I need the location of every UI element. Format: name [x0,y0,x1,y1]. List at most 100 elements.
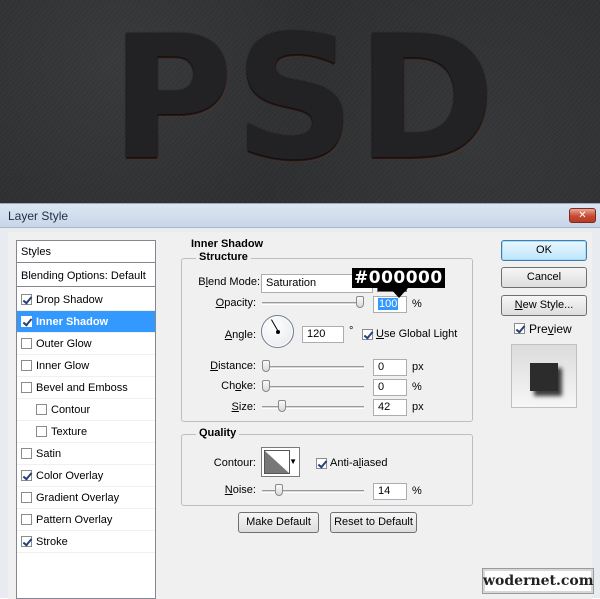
choke-slider-thumb[interactable] [262,380,270,392]
style-item-inner-glow[interactable]: Inner Glow [17,355,155,377]
choke-slider-track[interactable] [262,386,364,389]
angle-input[interactable]: 120 [302,326,344,343]
artwork-canvas: PSD [0,0,600,203]
style-item-satin[interactable]: Satin [17,443,155,465]
size-label: Size: [231,401,256,413]
style-item-stroke[interactable]: Stroke [17,531,155,553]
style-checkbox[interactable] [36,426,47,437]
style-item-contour[interactable]: Contour [17,399,155,421]
layer-style-dialog: Layer Style ✕ Styles Blending Options: D… [0,203,600,599]
title-bar[interactable]: Layer Style ✕ [0,204,600,228]
angle-unit: ° [349,325,354,337]
close-button[interactable]: ✕ [569,208,596,223]
blend-mode-label: Blend Mode: [198,276,260,288]
angle-hub [276,330,280,334]
use-global-light-label: Use Global Light [376,328,458,340]
distance-unit: px [412,361,424,373]
style-item-label: Inner Shadow [36,315,109,328]
preview-label: Preview [529,322,572,336]
style-checkbox[interactable] [21,294,32,305]
choke-unit: % [412,381,422,393]
style-item-label: Bevel and Emboss [36,381,128,394]
style-item-color-overlay[interactable]: Color Overlay [17,465,155,487]
styles-header[interactable]: Styles [17,241,155,263]
opacity-label: Opacity: [215,297,256,309]
callout-arrow [390,288,408,298]
style-item-label: Pattern Overlay [36,513,113,526]
choke-input[interactable]: 0 [373,379,407,396]
angle-dial[interactable] [261,315,294,348]
style-item-label: Stroke [36,535,68,548]
noise-slider-thumb[interactable] [275,484,284,496]
style-checkbox[interactable] [21,448,32,459]
color-annotation-callout: #000000 [352,268,445,288]
style-checkbox[interactable] [21,514,32,525]
style-item-bevel-and-emboss[interactable]: Bevel and Emboss [17,377,155,399]
quality-group: Quality Contour: ▼ Anti-aliased Noise: 1… [181,427,473,506]
close-icon: ✕ [578,210,587,221]
style-checkbox[interactable] [21,360,32,371]
psd-text-artwork: PSD [110,0,498,198]
preview-checkbox[interactable] [514,323,525,334]
style-checkbox[interactable] [21,492,32,503]
style-checkbox[interactable] [36,404,47,415]
style-item-label: Outer Glow [36,337,92,350]
style-item-label: Contour [51,403,91,416]
watermark: wodernet.com [482,568,594,594]
ok-button[interactable]: OK [501,240,587,261]
style-item-label: Drop Shadow [36,293,103,306]
style-item-label: Inner Glow [36,359,90,372]
distance-label: Distance: [210,360,256,372]
quality-legend: Quality [196,427,240,439]
noise-input[interactable]: 14 [373,483,407,500]
choke-label: Choke: [221,380,256,392]
distance-slider-track[interactable] [262,366,364,369]
size-input[interactable]: 42 [373,399,407,416]
structure-legend: Structure [196,251,251,263]
angle-label: Angle: [224,329,256,341]
anti-aliased-label: Anti-aliased [330,457,388,469]
opacity-slider-track[interactable] [262,302,364,305]
opacity-input[interactable]: 100 [373,296,407,313]
noise-label: Noise: [224,484,256,496]
size-unit: px [412,401,424,413]
style-item-outer-glow[interactable]: Outer Glow [17,333,155,355]
style-item-label: Gradient Overlay [36,491,120,504]
distance-input[interactable]: 0 [373,359,407,376]
style-checkbox[interactable] [21,382,32,393]
style-item-pattern-overlay[interactable]: Pattern Overlay [17,509,155,531]
anti-aliased-checkbox[interactable] [316,458,327,469]
style-checkbox[interactable] [21,470,32,481]
use-global-light-checkbox[interactable] [362,329,373,340]
style-item-label: Color Overlay [36,469,104,482]
cancel-button[interactable]: Cancel [501,267,587,288]
chevron-down-icon: ▼ [289,457,297,466]
reset-to-default-button[interactable]: Reset to Default [330,512,417,533]
style-checkbox[interactable] [21,338,32,349]
opacity-slider-thumb[interactable] [356,296,364,308]
style-checkbox[interactable] [21,316,32,327]
window-title: Layer Style [8,209,69,223]
dialog-body: Styles Blending Options: Default Drop Sh… [8,232,592,599]
contour-curve-icon [264,450,290,474]
styles-list: Styles Blending Options: Default Drop Sh… [16,240,156,599]
make-default-button[interactable]: Make Default [238,512,319,533]
size-slider-thumb[interactable] [277,400,286,412]
contour-picker[interactable]: ▼ [261,447,300,477]
blending-options-item[interactable]: Blending Options: Default [17,265,155,287]
style-item-gradient-overlay[interactable]: Gradient Overlay [17,487,155,509]
style-item-texture[interactable]: Texture [17,421,155,443]
opacity-unit: % [412,298,422,310]
distance-slider-thumb[interactable] [262,360,270,372]
style-checkbox[interactable] [21,536,32,547]
blend-mode-value: Saturation [266,277,317,289]
preview-square [530,363,558,391]
style-item-drop-shadow[interactable]: Drop Shadow [17,289,155,311]
noise-unit: % [412,485,422,497]
style-item-inner-shadow[interactable]: Inner Shadow [17,311,155,333]
section-title: Inner Shadow [191,238,264,250]
new-style-button[interactable]: New Style... [501,295,587,316]
contour-label: Contour: [213,457,256,469]
style-item-label: Satin [36,447,62,460]
style-item-label: Texture [51,425,88,438]
